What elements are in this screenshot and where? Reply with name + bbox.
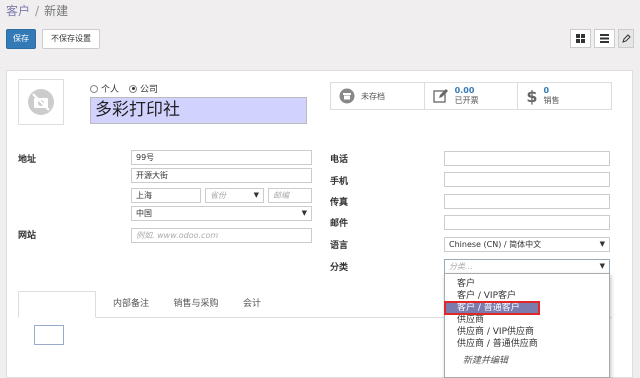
breadcrumb-current: 新建 (44, 4, 69, 18)
city-input[interactable]: 上海 (131, 188, 201, 203)
radio-company-dot[interactable] (129, 84, 138, 93)
mobile-input[interactable] (444, 172, 610, 187)
kanban-view-button[interactable] (570, 29, 591, 48)
radio-company[interactable]: 公司 (129, 82, 158, 95)
street-input[interactable]: 99号 (131, 150, 312, 165)
archive-icon (339, 88, 355, 104)
dropdown-item[interactable]: 供应商 / VIP供应商 (445, 326, 609, 338)
list-icon (600, 34, 609, 43)
form-view-button[interactable] (618, 29, 634, 48)
country-select[interactable]: 中国 ▼ (131, 206, 312, 221)
radio-company-label: 公司 (140, 85, 159, 95)
partner-name-input[interactable]: 多彩打印社 (90, 97, 307, 124)
avatar[interactable] (18, 79, 64, 125)
category-dropdown: 客户 客户 / VIP客户 客户 / 普通客户 供应商 供应商 / VIP供应商… (444, 273, 610, 378)
chevron-down-icon: ▼ (599, 262, 605, 270)
chevron-down-icon: ▼ (599, 240, 605, 248)
scrollbar[interactable] (633, 70, 640, 378)
street2-input[interactable]: 开源大街 (131, 168, 312, 183)
state-placeholder: 省份 (210, 191, 226, 200)
breadcrumb: 客户 / 新建 (6, 2, 68, 19)
address-label: 地址 (18, 155, 37, 165)
stat-invoiced-label: 已开票 (454, 96, 479, 105)
website-label: 网站 (18, 231, 37, 241)
tab-content-field[interactable] (34, 325, 64, 345)
language-label: 语言 (330, 241, 349, 251)
chevron-down-icon: ▼ (301, 209, 307, 217)
stat-invoiced-value: 0.00 (454, 86, 475, 95)
tab-internal-notes[interactable]: 内部备注 (102, 291, 160, 318)
no-camera-icon (28, 89, 54, 115)
stat-invoiced-button[interactable]: 0.00 已开票 (425, 83, 519, 109)
category-select[interactable]: 分类... ▼ (444, 259, 610, 274)
phone-label: 电话 (330, 155, 349, 165)
dropdown-item[interactable]: 客户 (445, 278, 609, 290)
save-button[interactable]: 保存 (6, 29, 36, 49)
dropdown-item[interactable]: 客户 / VIP客户 (445, 290, 609, 302)
country-value: 中国 (136, 209, 152, 218)
tab-sales-purchases[interactable]: 销售与采购 (166, 291, 226, 318)
website-input[interactable]: 例如. www.odoo.com (131, 228, 312, 243)
radio-person[interactable]: 个人 (90, 82, 119, 95)
dollar-icon: $ (526, 86, 538, 106)
radio-person-label: 个人 (101, 85, 120, 95)
edit-icon (433, 89, 448, 103)
tab-contacts[interactable] (18, 291, 96, 318)
chevron-down-icon: ▼ (253, 191, 259, 199)
breadcrumb-parent[interactable]: 客户 (6, 4, 30, 18)
breadcrumb-separator: / (35, 4, 40, 18)
list-view-button[interactable] (594, 29, 615, 48)
fax-input[interactable] (444, 194, 610, 209)
email-input[interactable] (444, 215, 610, 230)
grid-icon (576, 34, 585, 43)
pencil-icon (621, 34, 631, 43)
stat-sales-button[interactable]: $ 0 销售 (518, 83, 611, 109)
stat-archive-button[interactable]: 未存档 (331, 83, 425, 109)
email-label: 邮件 (330, 219, 349, 229)
dropdown-item[interactable]: 供应商 / 普通供应商 (445, 338, 609, 350)
fax-label: 传真 (330, 198, 349, 208)
dropdown-item-selected[interactable]: 客户 / 普通客户 (444, 301, 540, 315)
language-select[interactable]: Chinese (CN) / 简体中文 ▼ (444, 237, 610, 252)
zip-input[interactable]: 邮编 (268, 188, 312, 203)
stat-sales-value: 0 (543, 86, 550, 95)
stat-archive-label: 未存档 (361, 91, 385, 101)
dropdown-item[interactable]: 供应商 (445, 314, 609, 326)
category-label: 分类 (330, 263, 349, 273)
stat-buttons: 未存档 0.00 已开票 $ 0 销售 (330, 82, 612, 110)
company-type-radio-group: 个人 公司 (90, 82, 158, 95)
create-and-edit-link[interactable]: 新建并编辑 (445, 355, 609, 367)
tab-accounting[interactable]: 会计 (234, 291, 270, 318)
phone-input[interactable] (444, 151, 610, 166)
stat-sales-label: 销售 (543, 96, 560, 105)
category-placeholder: 分类... (449, 262, 473, 271)
state-select[interactable]: 省份 ▼ (205, 188, 264, 203)
radio-person-dot[interactable] (90, 84, 98, 93)
discard-button[interactable]: 不保存设置 (42, 29, 100, 49)
mobile-label: 手机 (330, 177, 349, 187)
language-value: Chinese (CN) / 简体中文 (449, 240, 542, 249)
